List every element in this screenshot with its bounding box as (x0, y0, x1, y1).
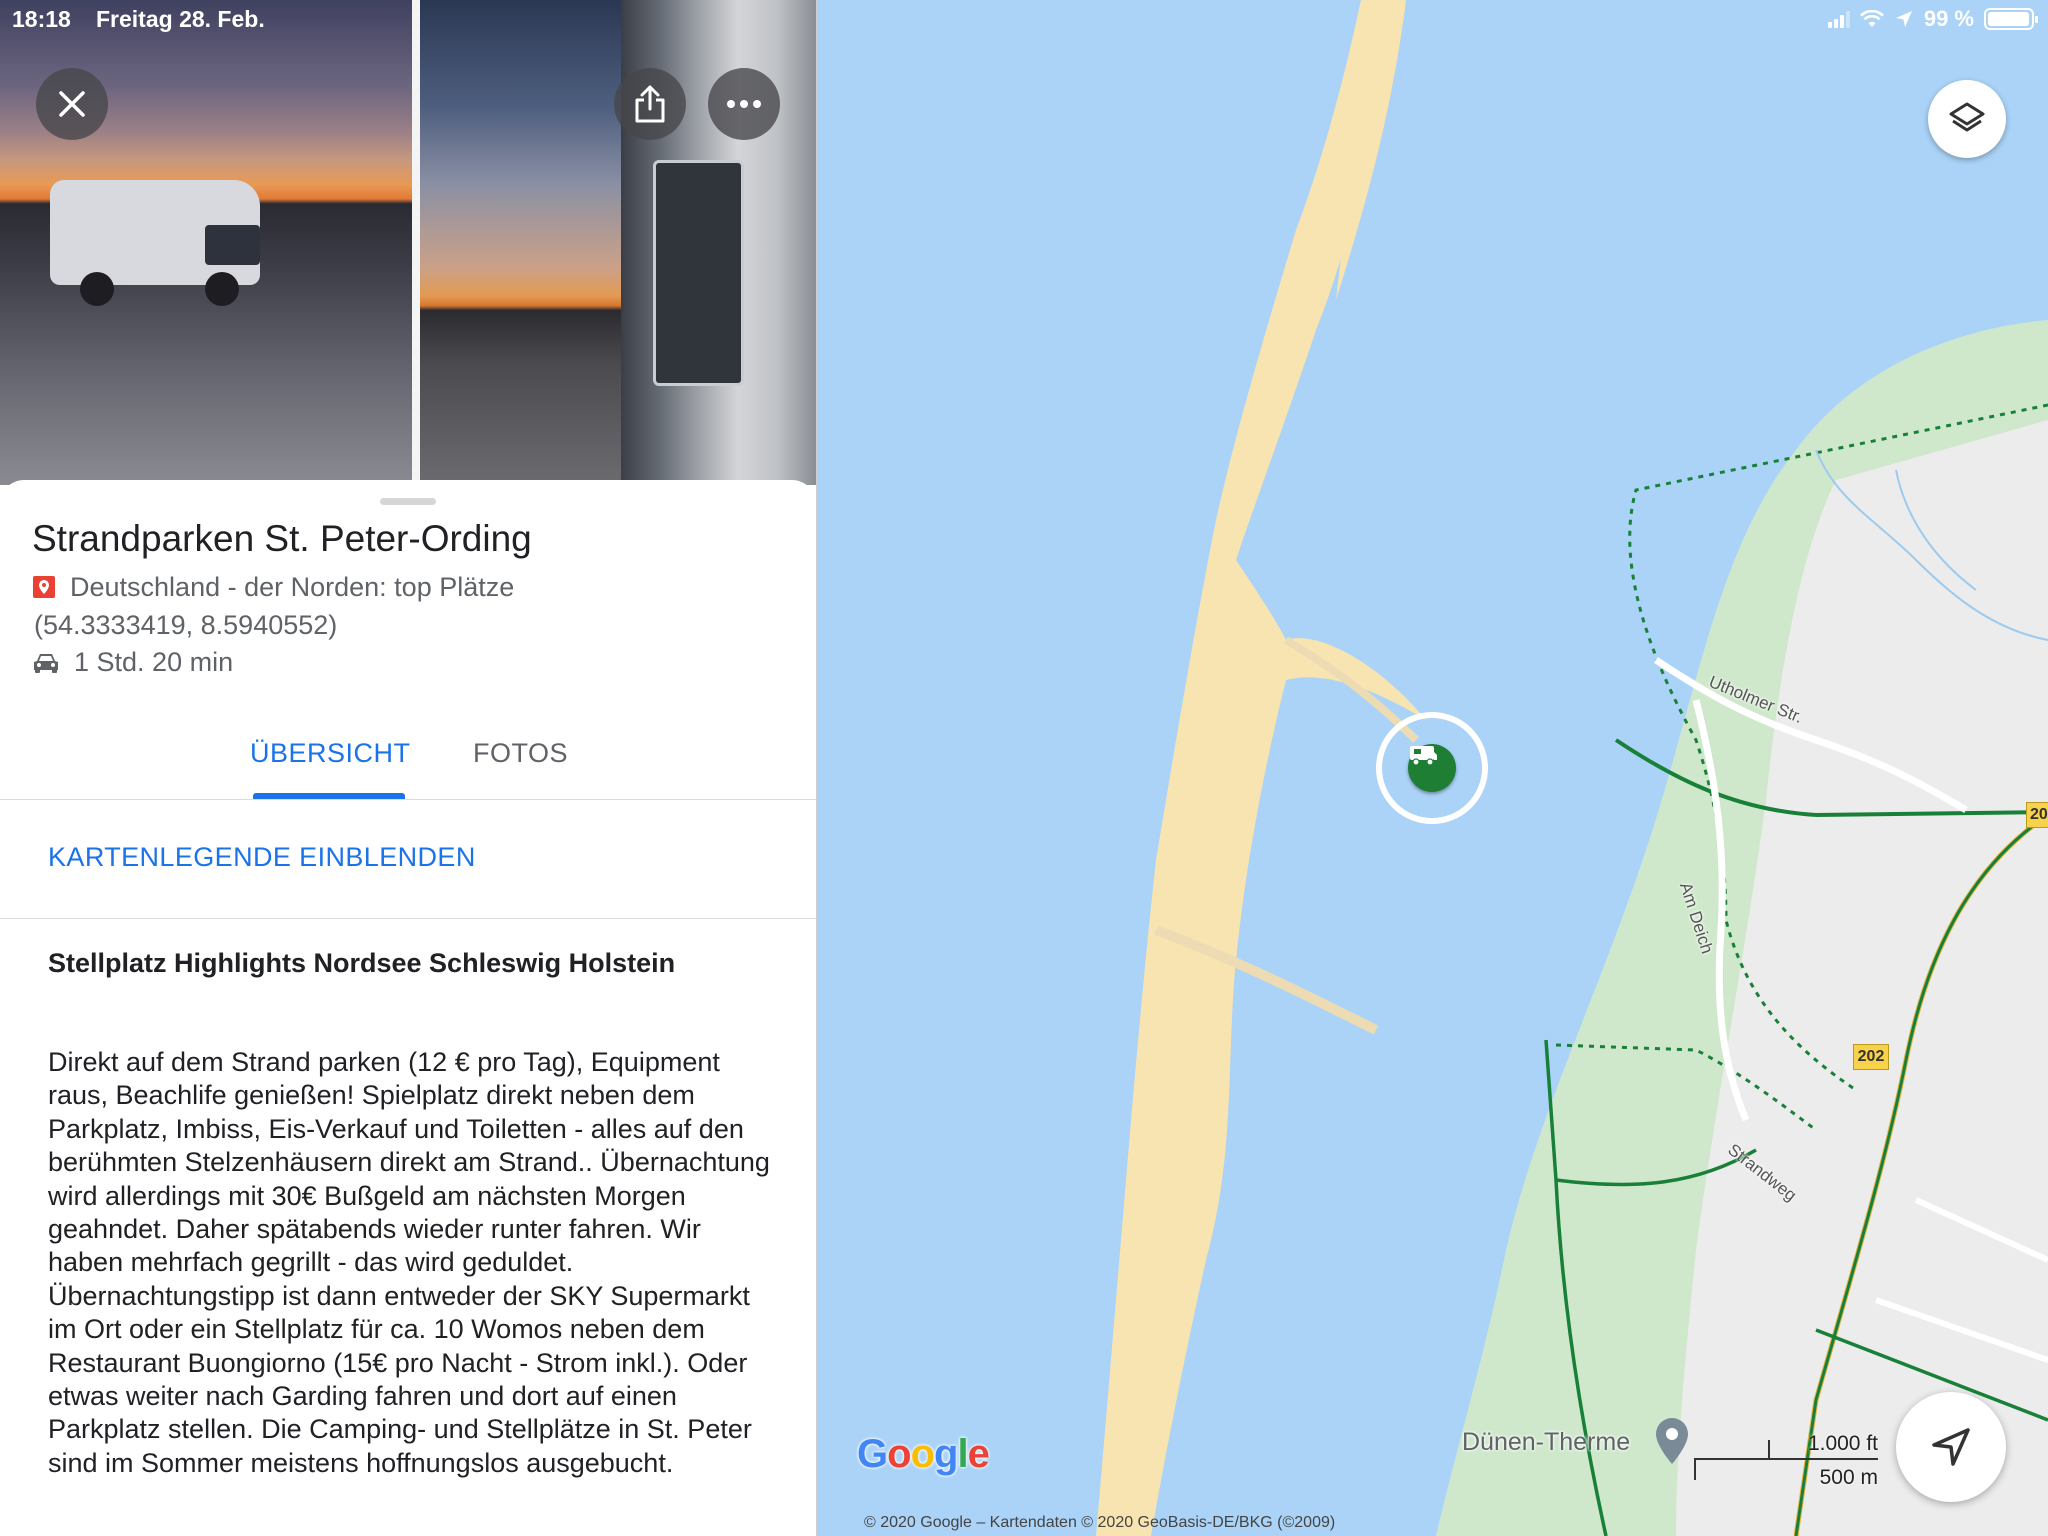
map-scale: 1.000 ft 500 m (1694, 1432, 1878, 1496)
status-indicators: 99 % (1827, 6, 2038, 32)
poi-label-duenen-therme[interactable]: Dünen-Therme (1462, 1428, 1630, 1457)
tab-overview[interactable]: ÜBERSICHT (250, 738, 411, 769)
saved-list-name: Deutschland - der Norden: top Plätze (70, 572, 515, 602)
layers-icon (1949, 102, 1985, 132)
close-icon (59, 91, 85, 117)
tab-divider (0, 799, 816, 800)
wifi-icon (1859, 10, 1884, 27)
section-divider (0, 918, 816, 919)
show-legend-link[interactable]: KARTENLEGENDE EINBLENDEN (48, 842, 476, 873)
scale-imperial: 1.000 ft (1807, 1432, 1878, 1455)
place-panel: Strandparken St. Peter-Ording Deutschlan… (0, 0, 817, 1536)
saved-list-row[interactable]: Deutschland - der Norden: top Plätze (32, 572, 514, 603)
sheet-grabber[interactable] (380, 498, 436, 505)
battery-percent: 99 % (1923, 6, 1974, 31)
rv-icon (1410, 746, 1437, 766)
status-bar: 18:18 Freitag 28. Feb. 99 % (0, 0, 2048, 40)
photo-carousel[interactable] (0, 0, 816, 485)
camper-illustration (40, 160, 285, 310)
drive-time: 1 Std. 20 min (74, 647, 234, 677)
navigation-arrow-icon (1932, 1428, 1970, 1466)
car-icon (34, 653, 58, 673)
coordinates: (54.3333419, 8.5940552) (34, 610, 338, 640)
map-view[interactable] (816, 0, 2048, 1536)
drive-time-row[interactable]: 1 Std. 20 min (32, 647, 233, 678)
location-arrow-icon (1895, 11, 1912, 27)
scale-metric: 500 m (1819, 1466, 1878, 1489)
battery-icon (1984, 8, 2038, 30)
cellular-icon (1827, 10, 1850, 28)
camping-place-marker[interactable] (1408, 744, 1456, 792)
place-description: Direkt auf dem Strand parken (12 € pro T… (48, 1047, 770, 1478)
road-number-shield: 202 (1853, 1044, 1889, 1070)
saved-place-pin-icon (33, 575, 55, 598)
tab-bar: ÜBERSICHT FOTOS (0, 730, 816, 782)
more-horizontal-icon (727, 100, 761, 108)
more-options-button[interactable] (708, 68, 780, 140)
google-logo: Google (857, 1432, 990, 1476)
status-time: 18:18 (12, 6, 71, 32)
poi-pin-icon[interactable] (1652, 1416, 1692, 1466)
photo-divider (412, 0, 420, 485)
road-number-shield-edge: 20 (2026, 802, 2048, 828)
share-icon (635, 85, 665, 123)
status-date: Freitag 28. Feb. (96, 6, 265, 32)
place-sheet: Strandparken St. Peter-Ording Deutschlan… (0, 480, 816, 1536)
map-copyright[interactable]: © 2020 Google – Kartendaten © 2020 GeoBa… (864, 1514, 1335, 1532)
tab-photos[interactable]: FOTOS (473, 738, 568, 769)
list-title: Stellplatz Highlights Nordsee Schleswig … (48, 948, 676, 978)
place-title: Strandparken St. Peter-Ording (32, 518, 532, 559)
map-layers-button[interactable] (1928, 80, 2006, 158)
close-button[interactable] (36, 68, 108, 140)
share-button[interactable] (614, 68, 686, 140)
my-location-button[interactable] (1896, 1392, 2006, 1502)
